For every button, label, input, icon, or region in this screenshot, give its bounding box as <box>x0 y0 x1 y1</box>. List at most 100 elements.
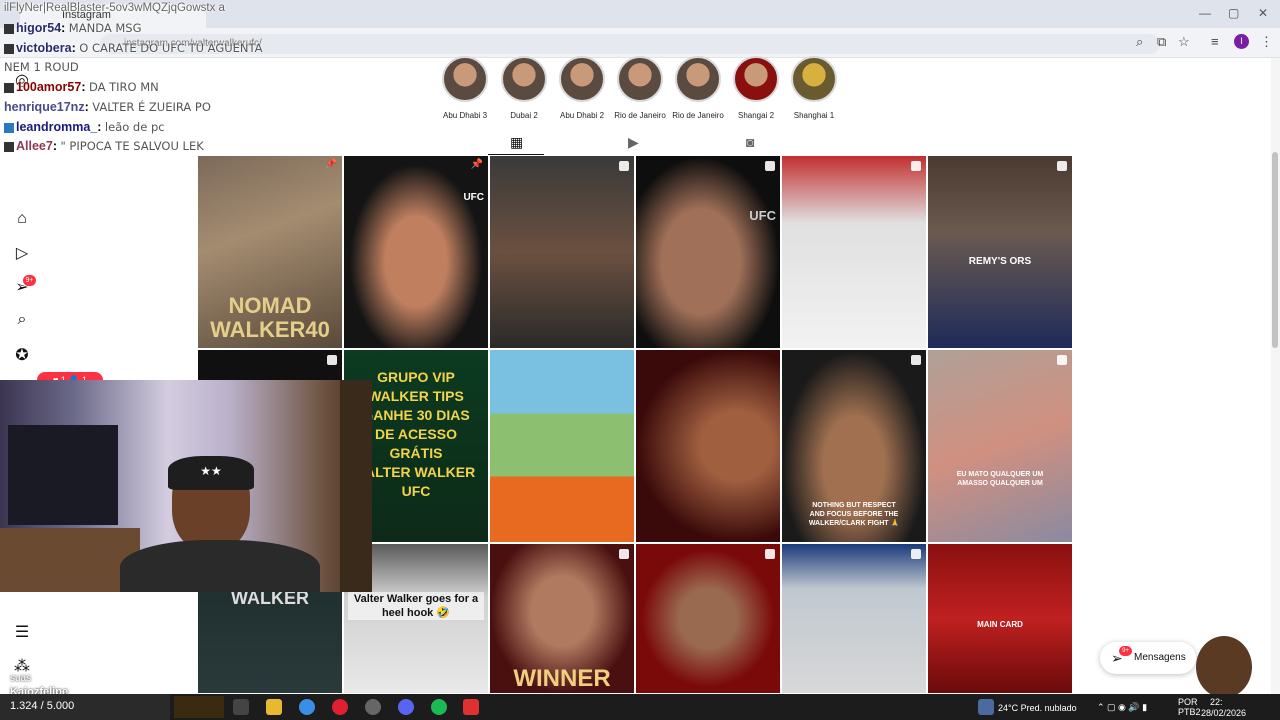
language-indicator[interactable]: POR PTB2 <box>1178 697 1201 717</box>
post-tile[interactable]: NOTHING BUT RESPECT AND FOCUS BEFORE THE… <box>782 350 926 542</box>
explore-icon[interactable]: ✪ <box>12 345 32 365</box>
task-view-icon[interactable] <box>233 699 249 715</box>
chat-header: ilFlyNer|RealBlaster-5ov3wMQZjqGowstx a <box>4 2 225 14</box>
reels-icon[interactable]: ▶ <box>628 134 639 151</box>
tv-screen <box>8 425 118 525</box>
obs-icon[interactable] <box>365 699 381 715</box>
post-tile[interactable]: 📌 NOMAD WALKER40 <box>198 156 342 348</box>
menu-icon[interactable]: ☰ <box>12 622 32 642</box>
story-highlight[interactable]: Rio de Janeiro <box>610 56 670 120</box>
reels-icon[interactable]: ▷ <box>12 243 32 263</box>
reel-icon <box>911 549 921 559</box>
cap-hat: ★★ <box>168 456 254 490</box>
story-label: Shanghai 1 <box>793 111 835 120</box>
reel-icon <box>1057 161 1067 171</box>
chat-badge-icon <box>4 122 14 133</box>
chat-badge-icon <box>4 141 14 152</box>
chat-user: 100amor57 <box>16 80 82 94</box>
cast-icon[interactable]: ⧉ <box>1157 34 1166 50</box>
search-icon[interactable]: ⌕ <box>12 311 32 329</box>
maximize-icon[interactable]: ▢ <box>1228 6 1239 20</box>
story-thumbnail <box>733 56 779 102</box>
opera-icon[interactable] <box>332 699 348 715</box>
post-caption: EU MATO QUALQUER UM AMASSO QUALQUER UM <box>956 471 1044 487</box>
post-tile[interactable] <box>636 350 780 542</box>
story-highlight[interactable]: Abu Dhabi 2 <box>552 56 612 120</box>
webcam-overlay: ★★ <box>0 380 372 592</box>
story-label: Abu Dhabi 3 <box>442 111 488 120</box>
story-label: Shangai 2 <box>737 111 775 120</box>
kebab-menu-icon[interactable]: ⋮ <box>1260 34 1273 50</box>
spotify-icon[interactable] <box>431 699 447 715</box>
reel-icon <box>619 549 629 559</box>
chat-text: NEM 1 ROUD <box>4 60 79 74</box>
emote-avatar <box>1196 636 1252 698</box>
weather-icon <box>978 699 994 715</box>
post-tile[interactable] <box>782 544 926 693</box>
story-label: Rio de Janeiro <box>672 111 724 120</box>
file-explorer-icon[interactable] <box>266 699 282 715</box>
chat-text: O CARATE DO UFC TU AGUENTA <box>79 41 263 55</box>
chat-text: DA TIRO MN <box>88 80 159 94</box>
story-label: Abu Dhabi 2 <box>559 111 605 120</box>
chat-text: MANDA MSG <box>68 21 142 35</box>
post-tile[interactable]: REMY'S ORS <box>928 156 1072 348</box>
chat-message: Allee7: " PIPOCA TE SALVOU LEK <box>4 139 204 153</box>
clock-time[interactable]: 22: <box>1210 697 1223 707</box>
post-tile[interactable]: 📌 UFC <box>344 156 488 348</box>
scrollbar-thumb[interactable] <box>1272 152 1278 348</box>
chrome-icon[interactable] <box>299 699 315 715</box>
chat-badge-icon <box>4 43 14 54</box>
post-tile[interactable] <box>636 544 780 693</box>
post-caption: UFC <box>463 192 484 203</box>
chat-text: leão de pc <box>104 120 165 134</box>
post-tile[interactable]: WINNER <box>490 544 634 693</box>
streamer-shirt <box>120 540 320 592</box>
zoom-icon[interactable]: ⌕ <box>1136 34 1143 50</box>
app-icon[interactable] <box>463 699 479 715</box>
chat-message: henrique17nz: VALTER É ZUEIRA PO <box>4 100 211 114</box>
post-tile[interactable] <box>782 156 926 348</box>
overlay-count: 1.324 / 5.000 <box>10 700 75 712</box>
reel-icon <box>765 549 775 559</box>
chat-user: henrique17nz <box>4 100 85 114</box>
playlist-icon[interactable]: ≡ <box>1211 34 1219 49</box>
pin-icon: 📌 <box>470 159 483 170</box>
chat-message: NEM 1 ROUD <box>4 60 79 74</box>
minimize-icon[interactable]: — <box>1199 6 1211 20</box>
chat-message: higor54: MANDA MSG <box>4 21 142 35</box>
taskbar-search[interactable]: 1.324 / 5.000 <box>0 694 170 720</box>
post-tile[interactable] <box>490 350 634 542</box>
discord-icon[interactable] <box>398 699 414 715</box>
clock-date[interactable]: 28/02/2026 <box>1201 708 1246 718</box>
post-tile[interactable] <box>490 156 634 348</box>
story-highlight[interactable]: Rio de Janeiro <box>668 56 728 120</box>
post-tile[interactable]: EU MATO QUALQUER UM AMASSO QUALQUER UM <box>928 350 1072 542</box>
story-thumbnail <box>559 56 605 102</box>
close-icon[interactable]: ✕ <box>1258 6 1268 20</box>
story-thumbnail <box>675 56 721 102</box>
story-highlight[interactable]: Shangai 2 <box>726 56 786 120</box>
search-highlight-icon <box>174 696 224 718</box>
post-tile[interactable]: MAIN CARD <box>928 544 1072 693</box>
story-highlight[interactable]: Abu Dhabi 3 <box>435 56 495 120</box>
chat-user: Allee7 <box>16 139 53 153</box>
bookmark-star-icon[interactable]: ☆ <box>1178 34 1190 50</box>
profile-avatar[interactable]: I <box>1234 34 1249 49</box>
post-caption: MAIN CARD <box>977 620 1023 629</box>
grid-icon[interactable]: ▦ <box>510 134 523 151</box>
weather-text: 24°C Pred. nublado <box>998 703 1077 713</box>
home-icon[interactable]: ⌂ <box>12 210 32 228</box>
chat-user: higor54 <box>16 21 62 35</box>
tray-icons[interactable]: ⌃ ▢ ◉ 🔊 ▮ <box>1097 702 1147 713</box>
post-caption: WINNER <box>513 665 611 692</box>
chat-user: victobera <box>16 41 72 55</box>
chat-text: VALTER É ZUEIRA PO <box>92 100 211 114</box>
tagged-icon[interactable]: ◙ <box>746 134 754 150</box>
story-highlight[interactable]: Shanghai 1 <box>784 56 844 120</box>
post-caption: REMY'S ORS <box>968 256 1032 267</box>
post-tile[interactable]: UFC <box>636 156 780 348</box>
stream-chat: ilFlyNer|RealBlaster-5ov3wMQZjqGowstx a … <box>2 0 302 160</box>
story-highlight[interactable]: Dubai 2 <box>494 56 554 120</box>
story-thumbnail <box>791 56 837 102</box>
